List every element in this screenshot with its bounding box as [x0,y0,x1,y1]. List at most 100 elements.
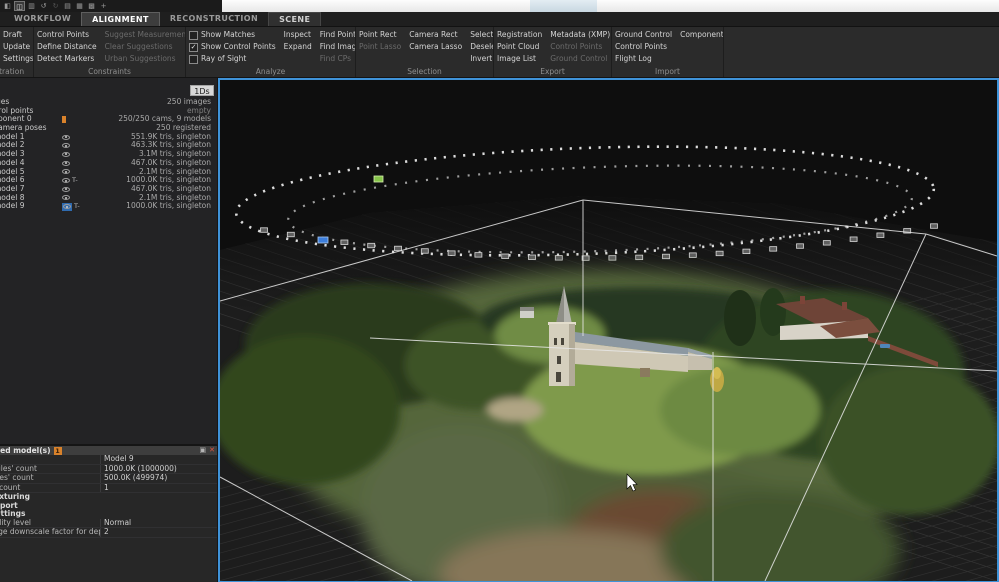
deselect-button[interactable]: Deselect [470,41,494,53]
camera-icon[interactable] [475,253,482,258]
tree-row-images[interactable]: images250 images [0,98,217,107]
layout-split-icon[interactable]: ◫ [14,1,25,11]
point-rect-button[interactable]: Point Rect [359,29,401,41]
property-section-settings[interactable]: Settings [0,510,217,519]
undo-icon[interactable]: ↺ [38,1,49,11]
metadata-xmp-button[interactable]: Metadata (XMP) [550,29,610,41]
selected-eye-highlight[interactable] [62,203,72,211]
close-icon[interactable]: ✕ [209,446,215,455]
checkbox-box[interactable] [189,31,198,40]
tree-row-control-points[interactable]: control pointsempty [0,107,217,116]
visibility-eye-icon[interactable] [62,195,70,200]
camera-icon[interactable] [823,241,830,246]
layout-dense-icon[interactable]: ▩ [86,1,97,11]
layout-single-icon[interactable]: ◧ [2,1,13,11]
camera-icon[interactable] [770,247,777,252]
component-button[interactable]: Component [680,29,724,41]
expand-button[interactable]: Expand [284,41,312,53]
selected-camera-icon[interactable] [318,237,328,243]
find-points-button[interactable]: Find Points [320,29,356,41]
tree-row-camera-poses[interactable]: camera poses250 registered [0,124,217,133]
tree-row-component-0[interactable]: component 0250/250 cams, 9 models [0,115,217,124]
update-button[interactable]: Update [3,41,34,53]
3d-viewport[interactable] [218,78,999,582]
draft-button[interactable]: Draft [3,29,34,41]
visibility-eye-icon[interactable] [62,143,70,148]
ground-control-button[interactable]: Ground Control [615,29,672,41]
add-view-icon[interactable]: + [98,1,109,11]
camera-rect-button[interactable]: Camera Rect [409,29,462,41]
property-value[interactable]: Normal [101,519,131,528]
tree-row-model-5[interactable]: model 52.1M tris, singleton [0,168,217,177]
layout-grid-icon[interactable]: ▦ [74,1,85,11]
visibility-eye-icon[interactable] [62,135,70,140]
tree-row-model-1[interactable]: model 1551.9K tris, singleton [0,133,217,142]
tree-row-model-6[interactable]: model 6T-1000.0K tris, singleton [0,176,217,185]
show-matches-checkbox[interactable]: Show Matches [189,29,276,41]
tab-alignment[interactable]: ALIGNMENT [81,12,160,26]
inspect-button[interactable]: Inspect [284,29,312,41]
redo-icon[interactable]: ↻ [50,1,61,11]
detect-markers-button[interactable]: Detect Markers [37,53,97,65]
tree-row-model-8[interactable]: model 82.1M tris, singleton [0,194,217,203]
control-points-button[interactable]: Control Points [37,29,97,41]
control-points-button[interactable]: Control Points [615,41,672,53]
camera-icon[interactable] [502,254,509,259]
tree-row-model-2[interactable]: model 2463.3K tris, singleton [0,141,217,150]
property-value[interactable]: 500.0K (499974) [101,474,167,483]
point-cloud-button[interactable]: Point Cloud [497,41,542,53]
camera-icon[interactable] [395,246,402,251]
registration-button[interactable]: Registration [497,29,542,41]
camera-lasso-button[interactable]: Camera Lasso [409,41,462,53]
camera-icon[interactable] [689,253,696,258]
camera-icon[interactable] [261,228,268,233]
tree-row-model-9[interactable]: model 9T-1000.0K tris, singleton [0,202,217,211]
camera-icon[interactable] [421,249,428,254]
visibility-eye-icon[interactable] [62,187,70,192]
visibility-eye-icon[interactable] [63,204,71,209]
layout-rows-icon[interactable]: ▤ [62,1,73,11]
camera-icon[interactable] [743,249,750,254]
camera-icon[interactable] [529,255,536,260]
ray-of-sight-checkbox[interactable]: Ray of Sight [189,53,276,65]
camera-icon[interactable] [797,244,804,249]
layout-columns-icon[interactable]: ▥ [26,1,37,11]
camera-icon[interactable] [663,254,670,259]
checkbox-box[interactable] [189,55,198,64]
camera-icon[interactable] [287,232,294,237]
property-section-texturing[interactable]: Texturing [0,493,217,502]
settings-button[interactable]: Settings [3,53,34,65]
tab-reconstruction[interactable]: RECONSTRUCTION [160,12,268,26]
tree-row-model-7[interactable]: model 7467.0K tris, singleton [0,185,217,194]
property-section-export[interactable]: Export [0,502,217,511]
camera-icon[interactable] [877,233,884,238]
dock-icon[interactable]: ▣ [200,446,207,455]
show-control-points-checkbox[interactable]: ✓Show Control Points [189,41,276,53]
camera-icon[interactable] [555,256,562,261]
property-value[interactable]: 1000.0K (1000000) [101,465,177,474]
camera-icon[interactable] [448,251,455,256]
visibility-eye-icon[interactable] [62,178,70,183]
highlighted-camera-icon[interactable] [374,176,383,182]
camera-icon[interactable] [341,240,348,245]
camera-icon[interactable] [609,256,616,261]
camera-icon[interactable] [931,224,938,229]
tab-workflow[interactable]: WORKFLOW [4,12,81,26]
define-distance-button[interactable]: Define Distance [37,41,97,53]
tree-row-model-4[interactable]: model 4467.0K tris, singleton [0,159,217,168]
visibility-eye-icon[interactable] [62,161,70,166]
visibility-eye-icon[interactable] [62,169,70,174]
tab-scene[interactable]: SCENE [268,12,321,26]
viewport-canvas[interactable] [220,80,997,581]
flight-log-button[interactable]: Flight Log [615,53,672,65]
image-list-button[interactable]: Image List [497,53,542,65]
property-value[interactable]: Model 9 [101,455,134,464]
invert-button[interactable]: Invert [470,53,494,65]
property-value[interactable]: 2 [101,528,109,537]
visibility-eye-icon[interactable] [62,152,70,157]
1ds-button[interactable]: 1Ds [190,85,214,96]
camera-icon[interactable] [716,251,723,256]
select-all-button[interactable]: Select All [470,29,494,41]
property-value[interactable]: 1 [101,484,109,493]
find-images-button[interactable]: Find Images [320,41,356,53]
